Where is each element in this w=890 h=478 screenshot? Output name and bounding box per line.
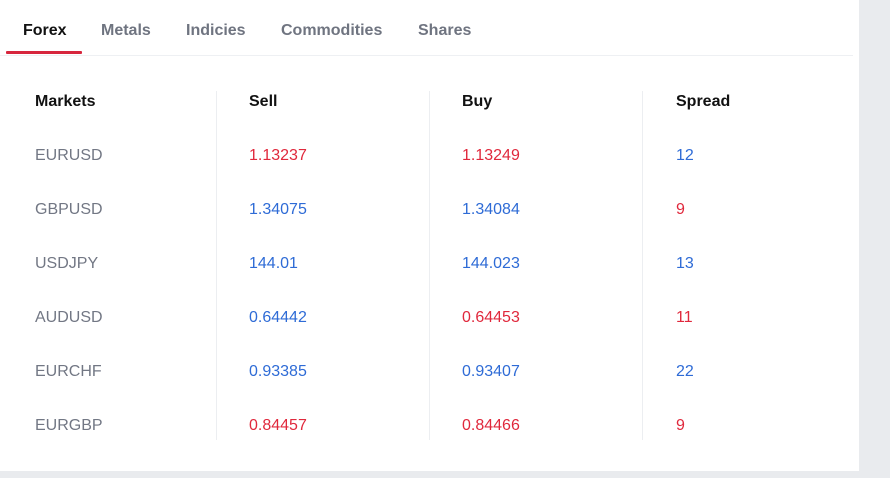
sell-value: 1.34075 <box>249 201 307 218</box>
markets-panel: Forex Metals Indicies Commodities Shares… <box>0 0 859 471</box>
tab-commodities[interactable]: Commodities <box>281 22 382 40</box>
spread-header: Spread <box>676 93 731 110</box>
buy-value: 1.34084 <box>462 201 520 218</box>
sell-header: Sell <box>249 93 278 110</box>
active-tab-indicator <box>6 51 82 54</box>
buy-value: 144.023 <box>462 255 520 272</box>
buy-header: Buy <box>462 93 493 110</box>
spread-value: 9 <box>676 201 685 218</box>
buy-value: 0.93407 <box>462 363 520 380</box>
sell-value: 0.93385 <box>249 363 307 380</box>
spread-value: 9 <box>676 417 685 434</box>
column-divider <box>429 91 430 440</box>
market-symbol[interactable]: AUDUSD <box>35 308 103 328</box>
buy-value: 1.13249 <box>462 147 520 164</box>
market-symbol[interactable]: EURUSD <box>35 146 103 166</box>
sell-value: 1.13237 <box>249 147 307 164</box>
spread-value: 22 <box>676 363 694 380</box>
spread-value: 11 <box>676 309 693 326</box>
sell-column: Sell <box>249 92 439 112</box>
tab-shares[interactable]: Shares <box>418 22 471 40</box>
market-symbol[interactable]: EURGBP <box>35 416 103 436</box>
sell-value: 144.01 <box>249 255 298 272</box>
sell-value: 0.64442 <box>249 309 307 326</box>
tab-forex[interactable]: Forex <box>23 22 67 40</box>
market-symbol[interactable]: USDJPY <box>35 254 98 274</box>
buy-column: Buy <box>462 92 652 112</box>
buy-value: 0.64453 <box>462 309 520 326</box>
market-symbol[interactable]: GBPUSD <box>35 200 103 220</box>
market-symbol[interactable]: EURCHF <box>35 362 102 382</box>
spread-value: 12 <box>676 147 694 164</box>
tab-indicies[interactable]: Indicies <box>186 22 246 40</box>
sell-value: 0.84457 <box>249 417 307 434</box>
markets-header: Markets <box>35 93 96 110</box>
column-divider <box>216 91 217 440</box>
buy-value: 0.84466 <box>462 417 520 434</box>
markets-column: Markets <box>35 92 225 112</box>
market-category-tabs: Forex Metals Indicies Commodities Shares <box>0 0 853 56</box>
spread-value: 13 <box>676 255 694 272</box>
column-divider <box>642 91 643 440</box>
spread-column: Spread <box>676 92 866 112</box>
tab-metals[interactable]: Metals <box>101 22 151 40</box>
